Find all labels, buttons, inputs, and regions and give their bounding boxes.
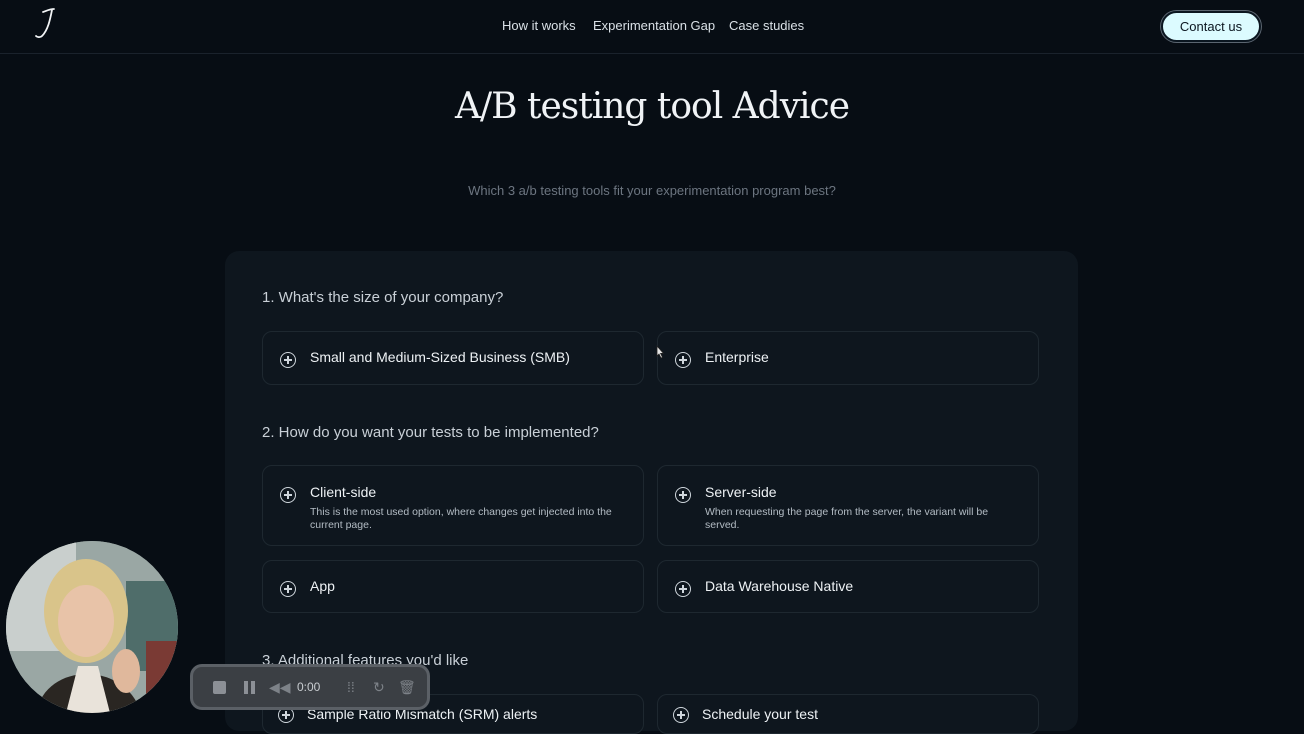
- question-implementation: 2. How do you want your tests to be impl…: [262, 424, 599, 441]
- grid-icon[interactable]: ⁞⁞: [347, 680, 355, 694]
- option-label: Data Warehouse Native: [705, 578, 854, 594]
- option-schedule-test[interactable]: Schedule your test: [657, 694, 1039, 734]
- option-app[interactable]: App: [262, 560, 644, 613]
- recording-time: 0:00: [297, 680, 321, 694]
- option-label: Client-side: [310, 484, 377, 500]
- option-label: Enterprise: [705, 349, 769, 365]
- option-label: Server-side: [705, 484, 777, 500]
- plus-circle-icon: [675, 581, 691, 597]
- option-description: This is the most used option, where chan…: [310, 506, 612, 531]
- nav-experimentation-gap[interactable]: Experimentation Gap: [593, 18, 715, 33]
- option-data-warehouse-native[interactable]: Data Warehouse Native: [657, 560, 1039, 613]
- plus-circle-icon: [673, 707, 689, 723]
- plus-circle-icon: [280, 487, 296, 503]
- nav-how-it-works[interactable]: How it works: [502, 18, 576, 33]
- webcam-video[interactable]: [6, 541, 178, 713]
- contact-button[interactable]: Contact us: [1161, 11, 1261, 42]
- option-client-side[interactable]: Client-side This is the most used option…: [262, 465, 644, 546]
- option-enterprise[interactable]: Enterprise: [657, 331, 1039, 385]
- recording-toolbar: ◀◀ 0:00 ⁞⁞ ↻ 🗑: [190, 664, 430, 710]
- page-subtitle: Which 3 a/b testing tools fit your exper…: [468, 183, 836, 198]
- trash-icon[interactable]: 🗑: [398, 680, 416, 694]
- logo-icon[interactable]: [34, 6, 58, 40]
- question-company-size: 1. What's the size of your company?: [262, 289, 504, 306]
- option-label: Small and Medium-Sized Business (SMB): [310, 349, 570, 365]
- pause-icon[interactable]: [243, 681, 256, 694]
- option-label: App: [310, 578, 335, 594]
- plus-circle-icon: [280, 581, 296, 597]
- stop-icon[interactable]: [213, 681, 226, 694]
- option-smb[interactable]: Small and Medium-Sized Business (SMB): [262, 331, 644, 385]
- mouse-cursor-icon: [656, 345, 665, 359]
- plus-circle-icon: [675, 487, 691, 503]
- plus-circle-icon: [280, 352, 296, 368]
- rewind-icon[interactable]: ◀◀: [269, 680, 291, 694]
- option-server-side[interactable]: Server-side When requesting the page fro…: [657, 465, 1039, 546]
- option-description: When requesting the page from the server…: [705, 506, 989, 531]
- site-header: How it works Experimentation Gap Case st…: [0, 0, 1304, 54]
- restart-icon[interactable]: ↻: [373, 680, 385, 694]
- plus-circle-icon: [675, 352, 691, 368]
- nav-case-studies[interactable]: Case studies: [729, 18, 804, 33]
- webcam-feed: [6, 541, 178, 713]
- page-title: A/B testing tool Advice: [454, 86, 850, 127]
